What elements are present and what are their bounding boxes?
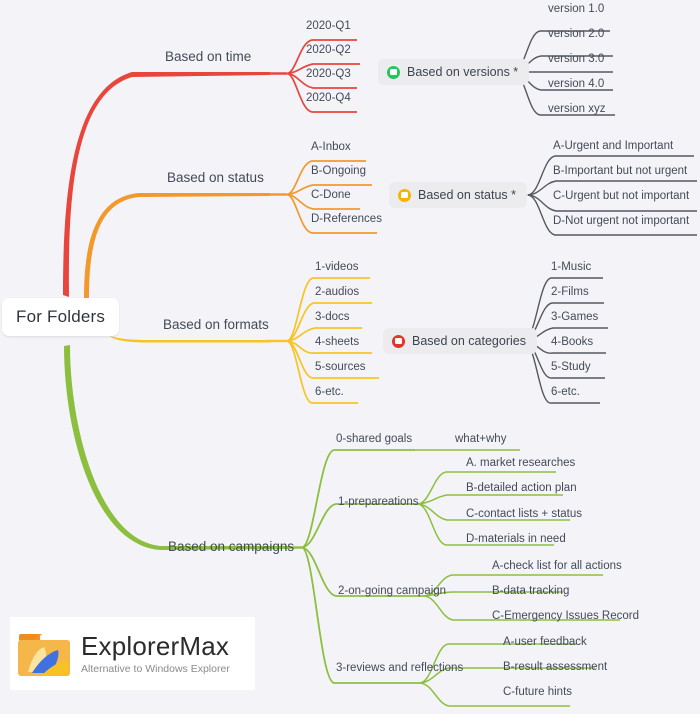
leaf-campaigns-2-1[interactable]: B-data tracking [492, 585, 569, 597]
node-based-on-status-star[interactable]: Based on status * [389, 182, 527, 208]
trunk-campaigns [64, 345, 290, 550]
leaf-status-2[interactable]: C-Done [311, 189, 351, 201]
leaf-status-1[interactable]: B-Ongoing [311, 165, 366, 177]
folder-icon [18, 633, 70, 676]
leaf-campaigns-1-3[interactable]: D-materials in need [466, 533, 566, 545]
leaf-categories-2[interactable]: 3-Games [551, 311, 598, 323]
group-label-campaigns-1[interactable]: 1-prepareations [338, 496, 419, 508]
leaf-time-2[interactable]: 2020-Q3 [306, 68, 351, 80]
branch-label-time[interactable]: Based on time [165, 49, 251, 64]
explorermax-logo: ExplorerMax Alternative to Windows Explo… [10, 617, 255, 690]
leaf-categories-3[interactable]: 4-Books [551, 336, 593, 348]
logo-title: ExplorerMax [81, 630, 230, 661]
root-label: For Folders [16, 307, 106, 326]
trunk-status [84, 193, 270, 299]
logo-text-block: ExplorerMax Alternative to Windows Explo… [81, 633, 230, 675]
leaf-formats-3[interactable]: 4-sheets [315, 336, 359, 348]
leaf-versions-4[interactable]: version xyz [548, 103, 606, 115]
leaf-status2-2[interactable]: C-Urgent but not important [553, 190, 689, 202]
leaf-categories-1[interactable]: 2-Films [551, 286, 589, 298]
group-label-campaigns-0[interactable]: 0-shared goals [336, 433, 412, 445]
amber-record-icon [398, 188, 411, 202]
leaf-time-1[interactable]: 2020-Q2 [306, 44, 351, 56]
leaf-formats-1[interactable]: 2-audios [315, 286, 359, 298]
node-label-categories: Based on categories [412, 334, 526, 348]
leaf-categories-4[interactable]: 5-Study [551, 361, 591, 373]
leaf-status-3[interactable]: D-References [311, 213, 382, 225]
green-record-icon [387, 65, 400, 79]
leaf-campaigns-1-1[interactable]: B-detailed action plan [466, 482, 577, 494]
leaf-categories-0[interactable]: 1-Music [551, 261, 591, 273]
group-label-campaigns-2[interactable]: 2-on-going campaign [338, 585, 446, 597]
mindmap-canvas: For Folders Based on time Based on statu… [0, 0, 700, 714]
logo-tagline: Alternative to Windows Explorer [81, 662, 230, 675]
leaf-versions-2[interactable]: version 3.0 [548, 53, 604, 65]
branch-label-campaigns[interactable]: Based on campaigns [168, 539, 294, 554]
branch-label-formats[interactable]: Based on formats [163, 317, 269, 332]
node-label-versions: Based on versions * [407, 65, 519, 79]
leaf-campaigns-1-0[interactable]: A. market researches [466, 457, 575, 469]
leaf-versions-0[interactable]: version 1.0 [548, 3, 604, 15]
node-based-on-versions[interactable]: Based on versions * [378, 59, 530, 85]
leaf-formats-4[interactable]: 5-sources [315, 361, 366, 373]
leaf-versions-3[interactable]: version 4.0 [548, 78, 604, 90]
leaf-time-3[interactable]: 2020-Q4 [306, 92, 351, 104]
leaf-formats-0[interactable]: 1-videos [315, 261, 358, 273]
leaf-campaigns-1-2[interactable]: C-contact lists + status [466, 508, 582, 520]
group-label-campaigns-3[interactable]: 3-reviews and reflections [336, 662, 463, 674]
leaf-versions-1[interactable]: version 2.0 [548, 28, 604, 40]
red-record-icon [392, 334, 405, 348]
leaf-status2-1[interactable]: B-Important but not urgent [553, 165, 687, 177]
branch-label-status[interactable]: Based on status [167, 170, 264, 185]
leaf-campaigns-0-0[interactable]: what+why [455, 433, 506, 445]
campaign-group-connectors [301, 449, 424, 684]
leaf-campaigns-3-2[interactable]: C-future hints [503, 686, 572, 698]
leaf-categories-5[interactable]: 6-etc. [551, 386, 580, 398]
leaf-campaigns-2-2[interactable]: C-Emergency Issues Record [492, 610, 639, 622]
leaf-campaigns-2-0[interactable]: A-check list for all actions [492, 560, 622, 572]
leaf-campaigns-3-0[interactable]: A-user feedback [503, 636, 587, 648]
leaf-status2-0[interactable]: A-Urgent and Important [553, 140, 673, 152]
node-label-status2: Based on status * [418, 188, 516, 202]
leaf-formats-2[interactable]: 3-docs [315, 311, 350, 323]
node-based-on-categories[interactable]: Based on categories [383, 328, 537, 354]
leaf-status2-3[interactable]: D-Not urgent not important [553, 215, 689, 227]
leaf-time-0[interactable]: 2020-Q1 [306, 20, 351, 32]
leaf-status-0[interactable]: A-Inbox [311, 141, 351, 153]
leaf-campaigns-3-1[interactable]: B-result assessment [503, 661, 607, 673]
leaf-formats-5[interactable]: 6-etc. [315, 386, 344, 398]
root-node[interactable]: For Folders [2, 298, 120, 336]
